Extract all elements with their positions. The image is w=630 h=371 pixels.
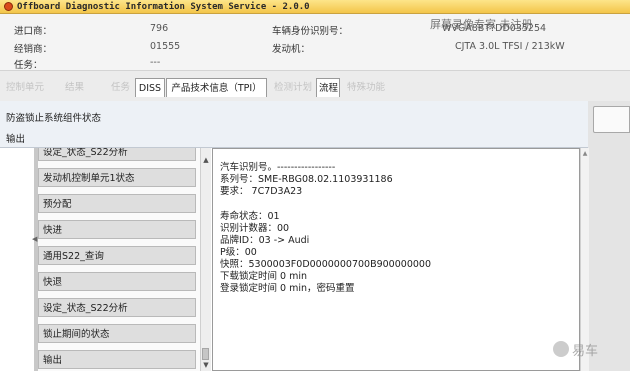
recorder-watermark: 屏幕录像专家 未注册 xyxy=(430,18,533,31)
vehicle-info-panel: 进口商： 796 经销商： 01555 任务： --- 车辆身份识别号： WVG… xyxy=(0,14,630,71)
step-list-scrollbar[interactable]: ▲ ▼ xyxy=(200,148,211,371)
list-item[interactable]: 发动机控制单元1状态 xyxy=(38,168,196,187)
importer-value: 796 xyxy=(150,23,169,34)
tab-special-functions[interactable]: 特殊功能 xyxy=(345,78,387,97)
tab-tasks[interactable]: 任务 xyxy=(109,78,132,97)
list-item[interactable]: 通用S22_查询 xyxy=(38,246,196,265)
output-scrollbar[interactable]: ▲ xyxy=(580,148,589,371)
scroll-down-arrow-icon[interactable]: ▼ xyxy=(202,361,210,370)
list-item[interactable]: 锁止期间的状态 xyxy=(38,324,196,343)
task-value: --- xyxy=(150,57,161,68)
list-item[interactable]: 设定_状态_S22分析 xyxy=(38,148,196,161)
procedure-title: 防盗锁止系统组件状态 xyxy=(6,113,102,124)
procedure-subtitle: 输出 xyxy=(6,134,26,145)
list-item[interactable]: 快进 xyxy=(38,220,196,239)
scroll-thumb[interactable] xyxy=(202,348,209,360)
list-item[interactable]: 快退 xyxy=(38,272,196,291)
title-bar: Offboard Diagnostic Information System S… xyxy=(0,0,630,14)
procedure-header: 防盗锁止系统组件状态 输出 xyxy=(0,101,588,148)
scroll-up-arrow-icon[interactable]: ▲ xyxy=(581,150,589,157)
app-logo-icon xyxy=(4,2,13,11)
tab-tpi[interactable]: 产品技术信息（TPI） xyxy=(166,78,267,97)
step-list-panel: 设定_状态_S22分析 发动机控制单元1状态 预分配 快进 通用S22_查询 快… xyxy=(38,148,210,371)
output-text-panel: 汽车识别号。----------------- 系列号：SME-RBG08.02… xyxy=(212,148,580,371)
scroll-up-arrow-icon[interactable]: ▲ xyxy=(202,156,210,165)
list-item[interactable]: 输出 xyxy=(38,350,196,369)
output-line: 登录锁定时间 0 min，密码重置 xyxy=(220,283,355,294)
tab-procedure[interactable]: 流程 xyxy=(316,78,340,97)
tab-control-units[interactable]: 控制单元 xyxy=(4,78,46,97)
site-watermark-icon xyxy=(553,341,569,357)
site-watermark: 易车 xyxy=(572,344,599,359)
list-item[interactable]: 设定_状态_S22分析 xyxy=(38,298,196,317)
list-item[interactable]: 预分配 xyxy=(38,194,196,213)
side-action-button[interactable] xyxy=(593,106,630,133)
tab-results[interactable]: 结果 xyxy=(63,78,86,97)
engine-value: CJTA 3.0L TFSI / 213kW xyxy=(455,41,565,52)
tab-diss[interactable]: DISS xyxy=(135,78,165,97)
task-label: 任务： xyxy=(14,60,43,71)
tab-test-plan[interactable]: 检测计划 xyxy=(272,78,314,97)
importer-label: 进口商： xyxy=(14,26,53,37)
window-title: Offboard Diagnostic Information System S… xyxy=(17,1,310,12)
right-side-strip xyxy=(588,101,630,371)
output-line: 要求： 7C7D3A23 xyxy=(220,186,303,197)
vin-label: 车辆身份识别号： xyxy=(272,26,349,37)
collapse-arrow-icon[interactable]: ◀ xyxy=(32,235,37,243)
dealer-value: 01555 xyxy=(150,41,181,52)
main-tab-bar: 控制单元 结果 任务 DISS 产品技术信息（TPI） 检测计划 流程 特殊功能 xyxy=(0,71,630,102)
dealer-label: 经销商： xyxy=(14,44,53,55)
engine-label: 发动机： xyxy=(272,44,311,55)
